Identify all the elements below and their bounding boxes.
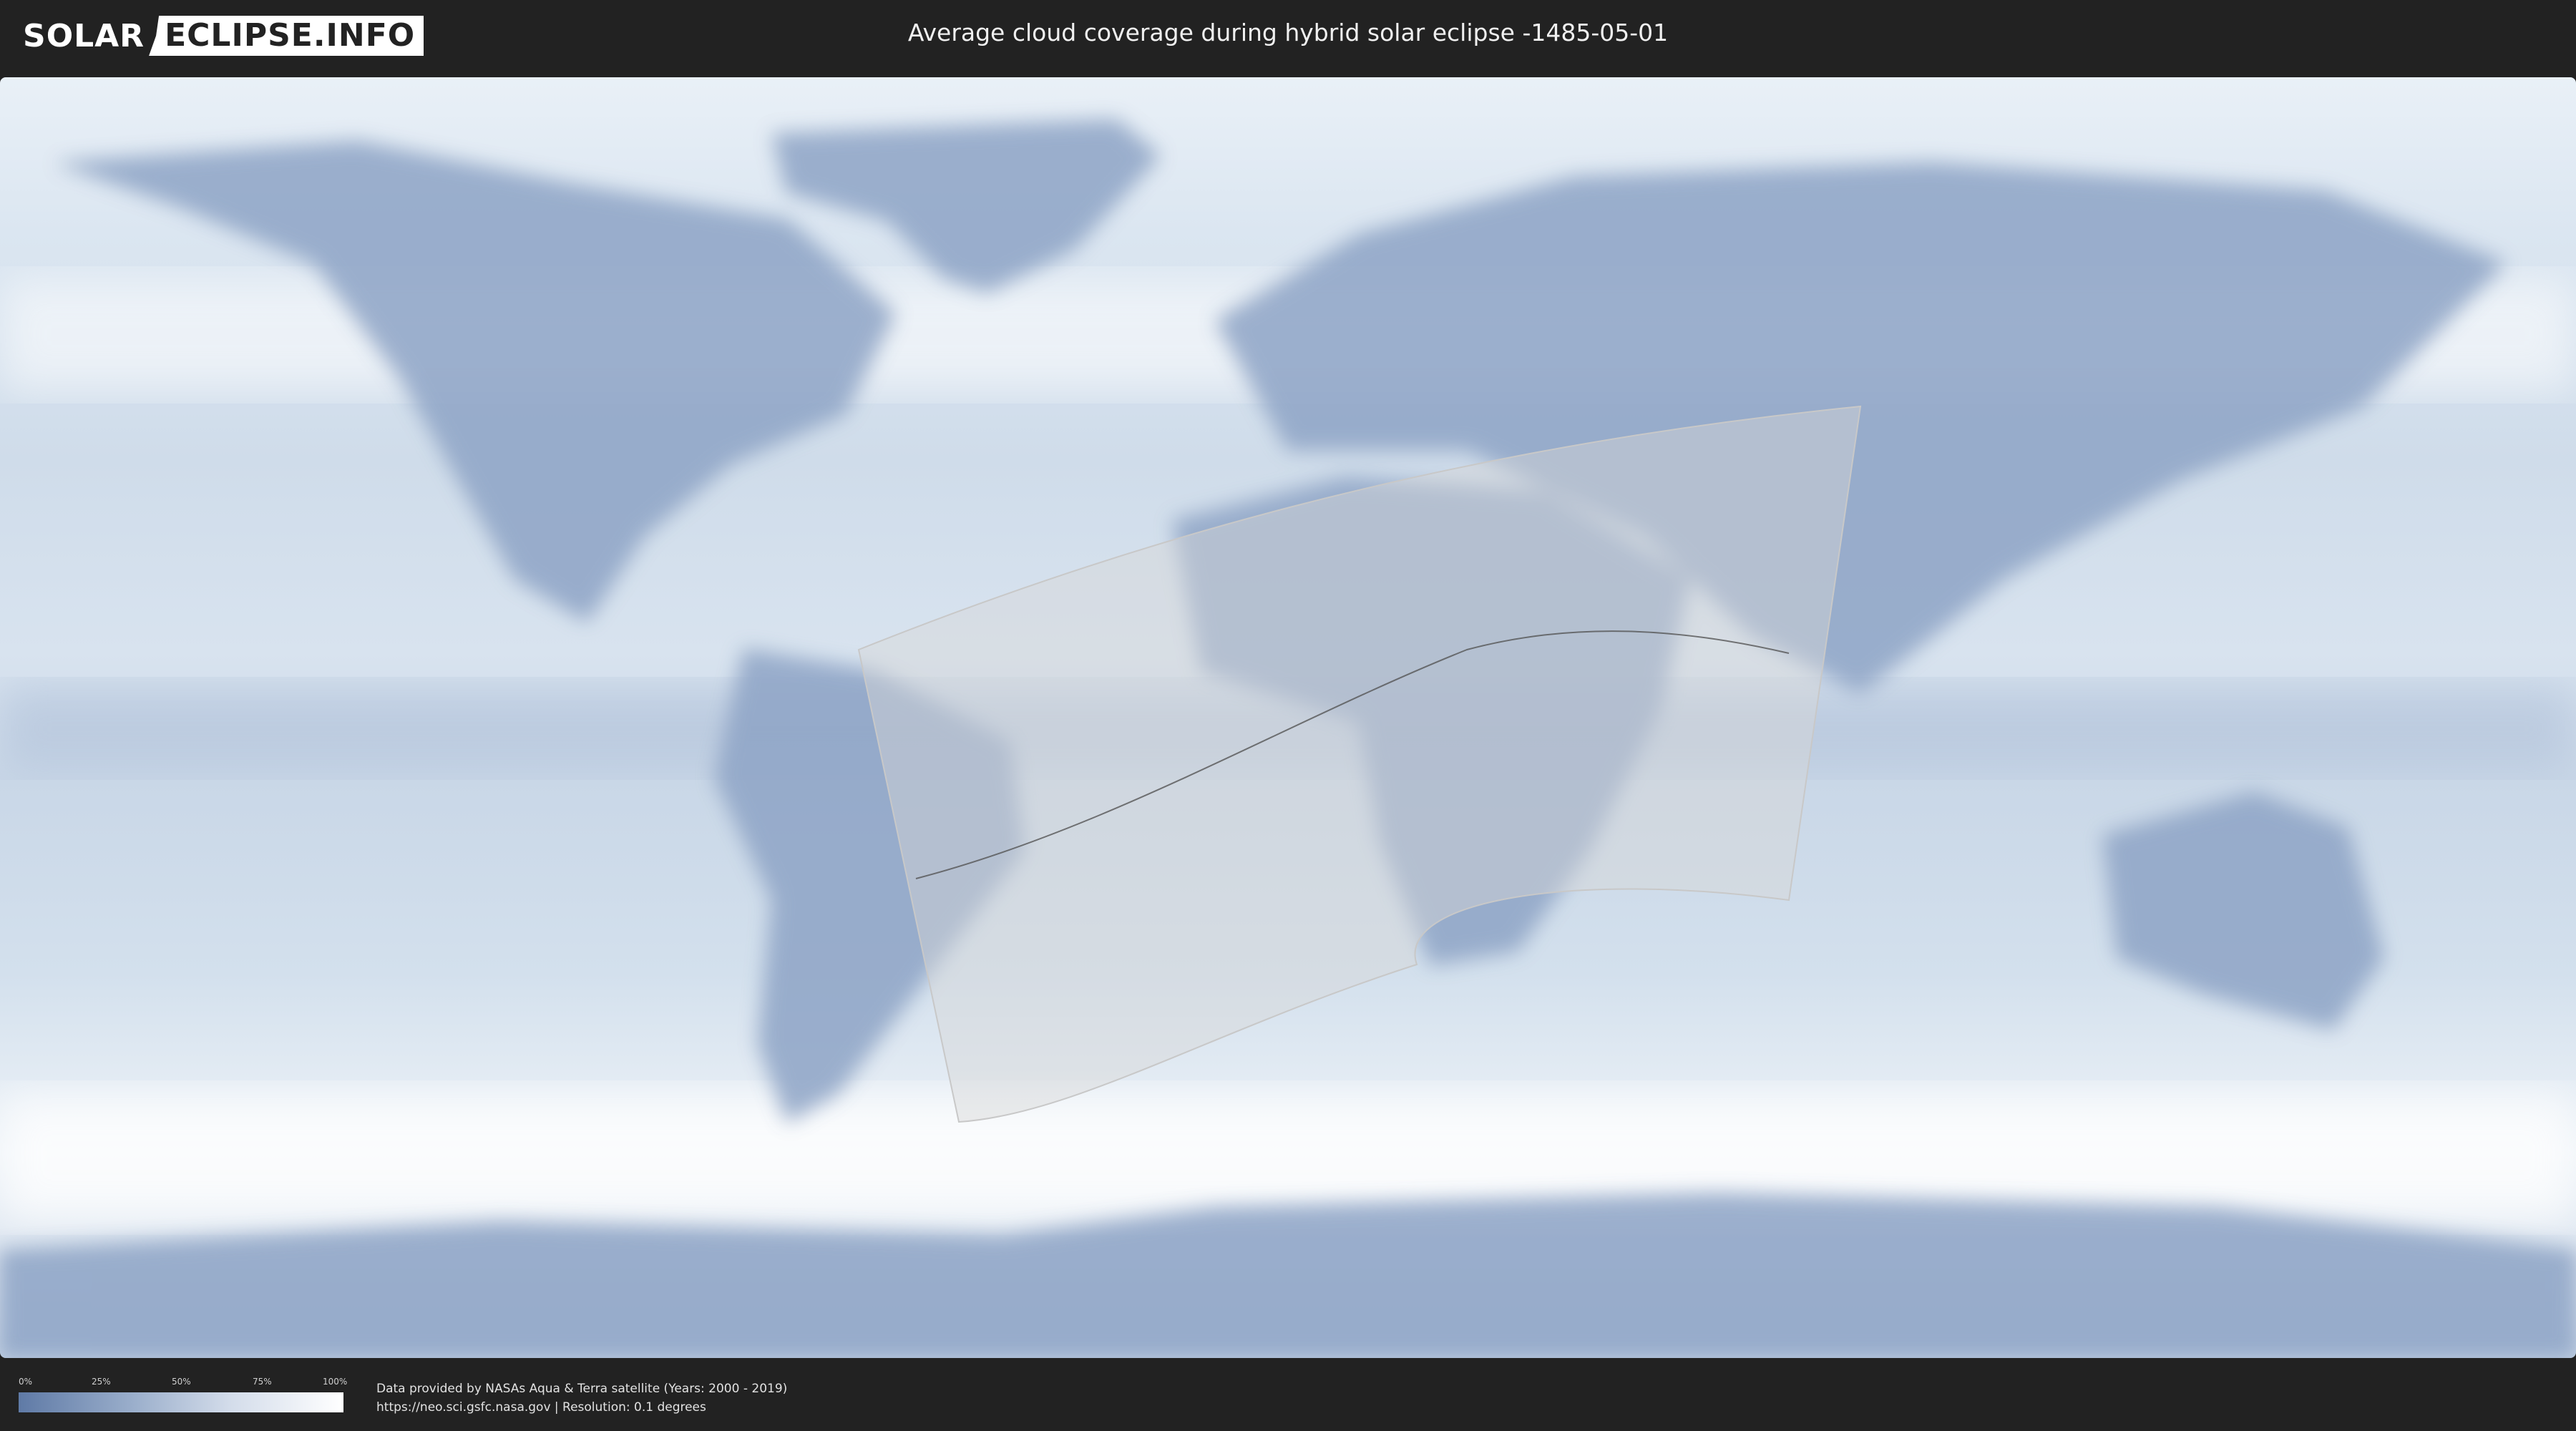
legend-tick-50: 50% xyxy=(172,1377,191,1387)
legend-tick-100: 100% xyxy=(323,1377,348,1387)
cloud-band-south xyxy=(0,1093,2576,1222)
legend-tick-0: 0% xyxy=(19,1377,33,1387)
legend-tick-75: 75% xyxy=(253,1377,272,1387)
header-bar: SOLAR ECLIPSE.INFO Average cloud coverag… xyxy=(0,0,2576,72)
legend-tick-labels: 0% 25% 50% 75% 100% xyxy=(19,1377,347,1388)
cloud-coverage-map xyxy=(0,77,2576,1358)
credits-line-2: https://neo.sci.gsfc.nasa.gov | Resoluti… xyxy=(376,1400,706,1415)
cloud-coverage-legend-bar xyxy=(19,1392,343,1412)
credits-line-1: Data provided by NASAs Aqua & Terra sate… xyxy=(376,1382,788,1396)
legend-tick-25: 25% xyxy=(92,1377,111,1387)
australia-landmass xyxy=(2103,792,2384,1030)
eclipse-visibility-zone xyxy=(857,405,1862,1123)
world-map-svg xyxy=(0,119,2576,1358)
page-title: Average cloud coverage during hybrid sol… xyxy=(907,19,1669,47)
data-credits: Data provided by NASAs Aqua & Terra sate… xyxy=(376,1379,787,1417)
